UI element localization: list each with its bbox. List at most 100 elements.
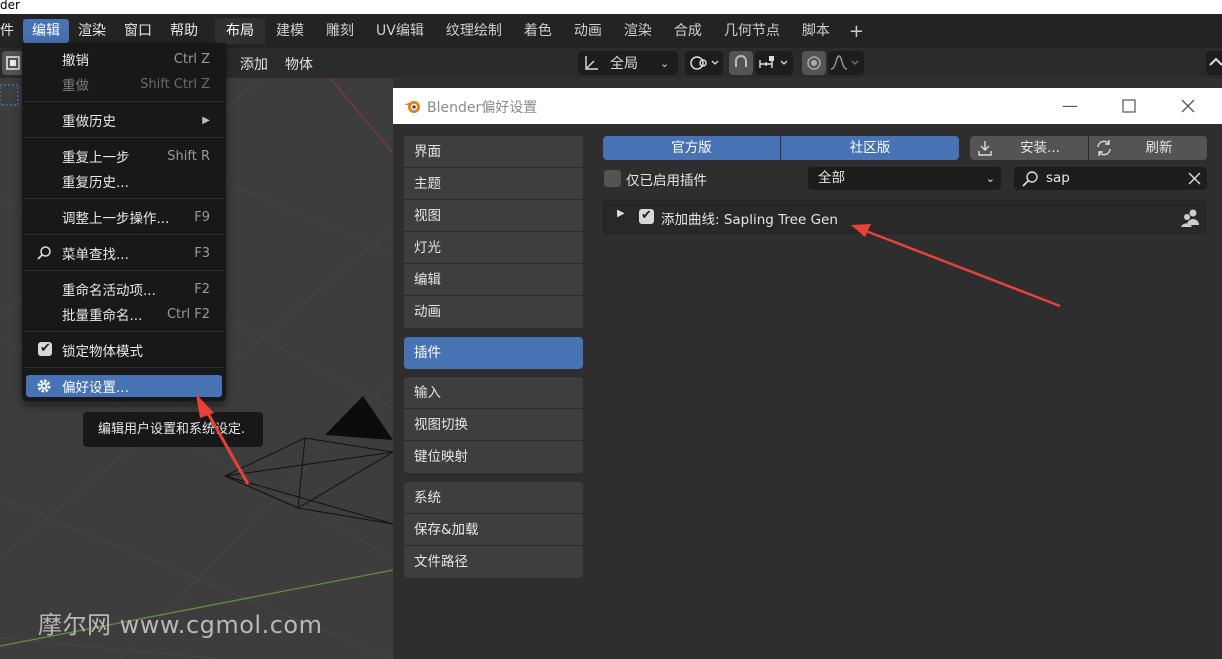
preferences-title: Blender偏好设置 xyxy=(427,100,538,116)
tab-community[interactable]: 社区版 xyxy=(781,136,959,160)
menu-item-shortcut: Shift Ctrl Z xyxy=(140,76,210,92)
menu-item-undo[interactable]: 撤销 Ctrl Z xyxy=(26,48,222,70)
menu-window[interactable]: 窗口 xyxy=(115,19,161,43)
preferences-titlebar[interactable]: Blender偏好设置 — xyxy=(393,88,1222,124)
menu-separator xyxy=(24,331,224,332)
nav-item-interface[interactable]: 界面 xyxy=(404,136,583,168)
refresh-label: 刷新 xyxy=(1145,140,1173,156)
expand-arrow-icon[interactable]: ▶ xyxy=(617,208,625,219)
menu-file[interactable]: 件 xyxy=(0,19,23,43)
nav-item-animation[interactable]: 动画 xyxy=(404,296,583,328)
menu-item-shortcut: F3 xyxy=(194,245,210,261)
chevron-down-icon: ⌄ xyxy=(660,56,670,70)
maximize-icon[interactable] xyxy=(1119,96,1139,116)
tab-animation[interactable]: 动画 xyxy=(563,18,613,44)
menu-separator xyxy=(24,367,224,368)
checkbox-icon[interactable] xyxy=(38,341,52,356)
menu-item-label: 偏好设置... xyxy=(62,380,129,396)
nav-item-lights[interactable]: 灯光 xyxy=(404,232,583,264)
close-icon[interactable] xyxy=(1178,96,1198,116)
addon-search-input[interactable]: sap xyxy=(1014,167,1207,190)
tab-shading[interactable]: 着色 xyxy=(513,18,563,44)
tab-sculpting[interactable]: 雕刻 xyxy=(315,18,365,44)
chevron-down-icon: ⌄ xyxy=(985,172,995,185)
menu-item-menu-search[interactable]: 菜单查找... F3 xyxy=(26,242,222,264)
select-mode-icon[interactable] xyxy=(2,51,24,75)
menu-separator xyxy=(24,198,224,199)
snap-target-select[interactable] xyxy=(755,51,793,75)
tab-official[interactable]: 官方版 xyxy=(603,136,780,160)
menu-item-label: 重做历史 xyxy=(62,114,116,130)
menu-item-label: 重复上一步 xyxy=(62,150,130,166)
enabled-only-checkbox[interactable] xyxy=(604,170,621,187)
add-menu[interactable]: 添加 xyxy=(240,54,268,74)
orientation-value: 全局 xyxy=(610,56,638,72)
menu-edit[interactable]: 编辑 xyxy=(23,19,69,43)
category-select[interactable]: 全部 ⌄ xyxy=(808,167,1001,190)
pivot-select[interactable] xyxy=(685,51,723,75)
workspace-tabs: 布局 建模 雕刻 UV编辑 纹理绘制 着色 动画 渲染 合成 几何节点 脚本 + xyxy=(215,18,872,44)
menu-help[interactable]: 帮助 xyxy=(161,19,207,43)
nav-item-input[interactable]: 输入 xyxy=(404,377,583,409)
nav-item-navigation[interactable]: 视图切换 xyxy=(404,409,583,441)
tab-scripting[interactable]: 脚本 xyxy=(791,18,841,44)
menu-item-label: 重命名活动项... xyxy=(62,283,156,299)
proportional-edit-icon xyxy=(807,56,821,70)
menu-item-label: 锁定物体模式 xyxy=(62,344,143,360)
tab-uv-editing[interactable]: UV编辑 xyxy=(365,18,435,44)
orientation-icon xyxy=(585,56,598,70)
install-button[interactable]: 安装... xyxy=(970,136,1088,160)
os-window-title: der xyxy=(0,0,1222,14)
refresh-icon xyxy=(1097,140,1111,156)
menu-item-adjust-last[interactable]: 调整上一步操作... F9 xyxy=(26,206,222,228)
snap-toggle[interactable] xyxy=(729,51,753,75)
nav-item-system[interactable]: 系统 xyxy=(404,482,583,514)
menu-item-batch-rename[interactable]: 批量重命名... Ctrl F2 xyxy=(26,303,222,325)
menu-item-shortcut: F9 xyxy=(194,209,210,225)
proportional-edit-toggle[interactable] xyxy=(802,51,826,75)
nav-item-save-load[interactable]: 保存&加载 xyxy=(404,514,583,546)
menu-item-redo[interactable]: 重做 Shift Ctrl Z xyxy=(26,73,222,95)
download-icon xyxy=(978,141,992,156)
community-users-icon xyxy=(1181,209,1199,227)
object-menu[interactable]: 物体 xyxy=(285,54,313,74)
menu-item-rename-active[interactable]: 重命名活动项... F2 xyxy=(26,278,222,300)
menu-render[interactable]: 渲染 xyxy=(69,19,115,43)
nav-item-themes[interactable]: 主题 xyxy=(404,168,583,200)
add-workspace-button[interactable]: + xyxy=(841,21,872,42)
viewport-overlay-icon[interactable] xyxy=(1206,51,1222,75)
menu-item-shortcut: Shift R xyxy=(167,148,210,164)
minimize-icon[interactable]: — xyxy=(1060,96,1080,116)
menu-item-repeat-last[interactable]: 重复上一步 Shift R xyxy=(26,145,222,167)
menu-item-label: 调整上一步操作... xyxy=(62,211,170,227)
menu-item-repeat-history[interactable]: 重复历史... xyxy=(26,170,222,192)
blender-logo-icon xyxy=(404,101,420,113)
tab-geometry-nodes[interactable]: 几何节点 xyxy=(713,18,791,44)
nav-item-addons[interactable]: 插件 xyxy=(404,337,583,369)
addon-enable-checkbox[interactable] xyxy=(639,208,654,224)
magnet-icon xyxy=(735,55,747,67)
nav-item-editing[interactable]: 编辑 xyxy=(404,264,583,296)
tab-layout[interactable]: 布局 xyxy=(215,18,265,44)
addon-row[interactable]: ▶ 添加曲线: Sapling Tree Gen xyxy=(603,200,1206,234)
tab-modeling[interactable]: 建模 xyxy=(265,18,315,44)
category-value: 全部 xyxy=(818,170,845,186)
tab-compositing[interactable]: 合成 xyxy=(663,18,713,44)
nav-item-file-paths[interactable]: 文件路径 xyxy=(404,546,583,578)
refresh-button[interactable]: 刷新 xyxy=(1089,136,1207,160)
clear-search-icon[interactable] xyxy=(1188,172,1201,185)
transform-orientation-select[interactable]: 全局 ⌄ xyxy=(578,51,678,75)
menu-item-undo-history[interactable]: 重做历史 ▶ xyxy=(26,109,222,131)
menu-item-lock-object-modes[interactable]: 锁定物体模式 xyxy=(26,339,222,361)
menu-separator xyxy=(24,101,224,102)
menu-item-label: 重做 xyxy=(62,78,89,94)
nav-group-system: 系统 保存&加载 文件路径 xyxy=(404,482,583,578)
tab-texture-paint[interactable]: 纹理绘制 xyxy=(435,18,513,44)
menu-item-preferences[interactable]: 偏好设置... xyxy=(26,375,222,397)
preferences-tooltip: 编辑用户设置和系统设定. xyxy=(83,412,263,447)
falloff-select[interactable] xyxy=(828,51,864,75)
menu-item-label: 重复历史... xyxy=(62,175,129,191)
nav-item-viewport[interactable]: 视图 xyxy=(404,200,583,232)
tab-rendering[interactable]: 渲染 xyxy=(613,18,663,44)
nav-item-keymap[interactable]: 键位映射 xyxy=(404,441,583,473)
